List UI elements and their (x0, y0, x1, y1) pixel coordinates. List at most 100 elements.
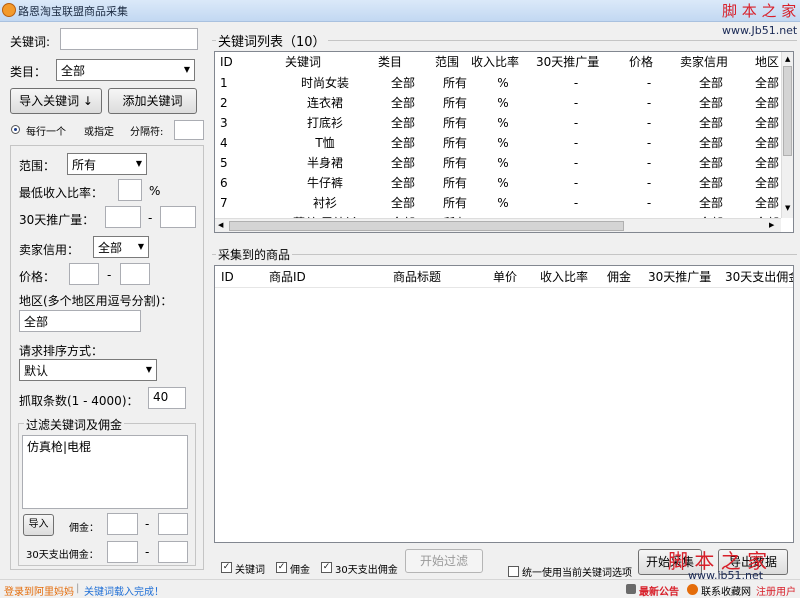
seller-credit-select[interactable]: 全部 ▼ (93, 236, 149, 258)
col-header-scope[interactable]: 范围 (435, 52, 475, 72)
collected-table[interactable]: ID 商品ID 商品标题 单价 收入比率 佣金 30天推广量 30天支出佣金 (214, 265, 794, 543)
col-header-seller[interactable]: 卖家信用 (680, 52, 740, 72)
cb-spend[interactable]: ✓ (321, 562, 332, 573)
min-income-input[interactable] (118, 179, 142, 201)
cell-category: 全部 (390, 156, 415, 170)
filter-import-button[interactable]: 导入 (23, 514, 54, 536)
col-header-product-title[interactable]: 商品标题 (393, 267, 463, 287)
keyword-vscrollbar[interactable]: ▲ ▼ (781, 52, 793, 218)
spend-min-input[interactable] (107, 541, 138, 563)
cell-income: % (497, 196, 509, 210)
commission-min-input[interactable] (107, 513, 138, 535)
cell-promo: - (573, 156, 579, 170)
price-max-input[interactable] (120, 263, 150, 285)
cell-keyword: 半身裙 (306, 156, 343, 170)
filter-keywords-textarea[interactable]: 仿真枪|电棍 (22, 435, 188, 509)
scroll-left-icon[interactable]: ◀ (218, 221, 223, 229)
sort-select[interactable]: 默认 ▼ (19, 359, 157, 381)
cell-promo: - (573, 136, 579, 150)
scroll-right-icon[interactable]: ▶ (769, 221, 774, 229)
promo-max-input[interactable] (160, 206, 196, 228)
cell-promo: - (573, 96, 579, 110)
import-keywords-button[interactable]: 导入关键词 ↓ (10, 88, 102, 114)
table-row[interactable]: 5 半身裙 全部 所有% - - 全部 全部 (215, 153, 783, 173)
region-input[interactable]: 全部 (19, 310, 141, 332)
col-header-spend-30d[interactable]: 30天支出佣金 (725, 267, 793, 287)
cell-scope: 所有 (442, 116, 467, 130)
table-row[interactable]: 1 时尚女装 全部 所有% - - 全部 全部 (215, 73, 783, 93)
cell-seller: 全部 (698, 136, 723, 150)
col-header-product-id[interactable]: 商品ID (269, 267, 339, 287)
percent-label: % (149, 184, 161, 198)
col-header-income[interactable]: 收入比率 (471, 52, 537, 72)
category-select[interactable]: 全部 ▼ (56, 59, 195, 81)
megaphone-icon (626, 584, 636, 594)
collected-table-header: ID 商品ID 商品标题 单价 收入比率 佣金 30天推广量 30天支出佣金 (215, 266, 793, 288)
table-row[interactable]: 3 打底衫 全部 所有% - - 全部 全部 (215, 113, 783, 133)
col-header-keyword[interactable]: 关键词 (285, 52, 365, 72)
add-keyword-button[interactable]: 添加关键词 (108, 88, 197, 114)
status-bar: 登录到阿里妈妈 | 关键词载入完成！ 最新公告 联系收藏网 注册用户 (0, 579, 800, 598)
cell-region: 全部 (755, 116, 780, 130)
keyword-hscroll-thumb[interactable] (229, 221, 624, 231)
col-header-price[interactable]: 价格 (629, 52, 669, 72)
table-row[interactable]: 2 连衣裙 全部 所有% - - 全部 全部 (215, 93, 783, 113)
cb-commission[interactable]: ✓ (276, 562, 287, 573)
cell-region: 全部 (755, 156, 780, 170)
cell-income: % (497, 96, 509, 110)
keyword-vscroll-thumb[interactable] (783, 66, 792, 156)
min-income-label: 最低收入比率： (19, 186, 104, 200)
fetch-count-input[interactable]: 40 (148, 387, 186, 409)
separator-input[interactable] (174, 120, 204, 140)
price-min-input[interactable] (69, 263, 99, 285)
cell-price: - (646, 136, 652, 150)
window-title: 路恩淘宝联盟商品采集 (18, 5, 128, 18)
table-row[interactable]: 6 牛仔裤 全部 所有% - - 全部 全部 (215, 173, 783, 193)
col-header-id[interactable]: ID (221, 267, 251, 287)
watermark-brand: 脚 本 之 家 (722, 2, 797, 20)
table-row[interactable]: 4 T恤 全部 所有% - - 全部 全部 (215, 133, 783, 153)
col-header-promo-30d[interactable]: 30天推广量 (648, 267, 718, 287)
scope-label: 范围： (19, 159, 56, 173)
cb-unify[interactable] (508, 566, 519, 577)
favorite-link[interactable]: 联系收藏网 (701, 583, 751, 598)
col-header-commission[interactable]: 佣金 (607, 267, 647, 287)
scroll-down-icon[interactable]: ▼ (785, 204, 790, 212)
keyword-table[interactable]: ID 关键词 类目 范围 收入比率 30天推广量 价格 卖家信用 地区 1 时尚女… (214, 51, 794, 233)
col-header-promo[interactable]: 30天推广量 (536, 52, 616, 72)
col-header-unit-price[interactable]: 单价 (493, 267, 533, 287)
start-filter-button[interactable]: 开始过滤 (405, 549, 483, 573)
col-header-id[interactable]: ID (220, 52, 250, 72)
spend-max-input[interactable] (158, 541, 188, 563)
status-message: 关键词载入完成！ (84, 587, 164, 598)
cell-category: 全部 (390, 196, 415, 210)
commission-max-input[interactable] (158, 513, 188, 535)
col-header-income-rate[interactable]: 收入比率 (540, 267, 600, 287)
table-row[interactable]: 7 衬衫 全部 所有% - - 全部 全部 (215, 193, 783, 213)
scroll-up-icon[interactable]: ▲ (785, 55, 790, 63)
per-line-radio[interactable] (11, 125, 20, 134)
cell-seller: 全部 (698, 96, 723, 110)
keyword-hscrollbar[interactable]: ◀ ▶ (215, 218, 781, 232)
cell-seller: 全部 (698, 116, 723, 130)
seller-credit-label: 卖家信用： (19, 243, 80, 257)
chevron-down-icon: ▼ (135, 159, 142, 168)
col-header-category[interactable]: 类目 (378, 52, 428, 72)
scope-select[interactable]: 所有 ▼ (67, 153, 147, 175)
cb-commission-label: 佣金 (290, 565, 310, 576)
login-link[interactable]: 登录到阿里妈妈 (4, 583, 74, 598)
register-link[interactable]: 注册用户 (756, 583, 796, 598)
cb-keyword[interactable]: ✓ (221, 562, 232, 573)
cell-region: 全部 (755, 136, 780, 150)
cell-income: % (497, 156, 509, 170)
cell-price: - (646, 196, 652, 210)
cell-category: 全部 (390, 116, 415, 130)
spend-dash: - (145, 545, 150, 559)
cell-id: 3 (220, 116, 228, 130)
cell-scope: 所有 (442, 96, 467, 110)
cell-region: 全部 (755, 196, 780, 210)
news-link[interactable]: 最新公告 (639, 583, 679, 598)
status-divider: | (76, 583, 80, 594)
promo-min-input[interactable] (105, 206, 141, 228)
keyword-input[interactable] (60, 28, 198, 50)
